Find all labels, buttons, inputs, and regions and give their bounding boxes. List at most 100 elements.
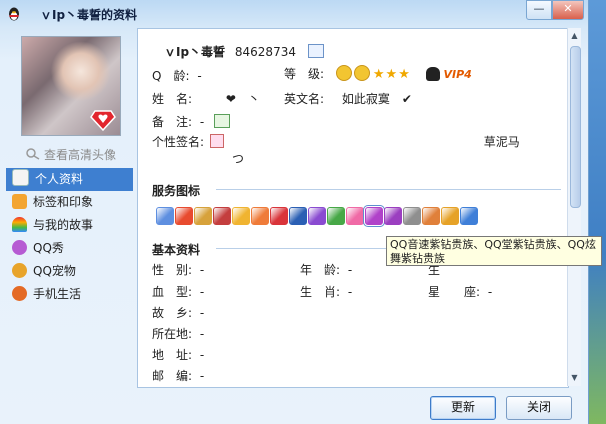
vertical-scrollbar[interactable]: ▲ ▼	[567, 28, 581, 386]
zipcode-row: 邮 编: -	[152, 367, 204, 384]
red-diamond-heart-icon[interactable]	[270, 207, 288, 225]
blood-label: 血 型:	[152, 285, 193, 299]
zipcode-value: -	[199, 369, 205, 383]
location-value: -	[199, 327, 205, 341]
signature-label: 个性签名:	[152, 135, 205, 149]
sidebar: 查看高清头像 个人资料 标签和印象 与我的故事 QQ秀 QQ宠物 手机生活	[0, 28, 137, 390]
note-row: 备 注: -	[152, 113, 231, 130]
age-label: Q 龄:	[152, 69, 190, 83]
sidebar-item-tags[interactable]: 标签和印象	[6, 191, 133, 214]
zodiac-row: 生 肖: -	[300, 283, 352, 300]
view-hd-label: 查看高清头像	[44, 148, 117, 162]
star-sign-row: 星 座: -	[428, 283, 492, 300]
scroll-thumb[interactable]	[570, 46, 581, 208]
business-card-icon[interactable]	[307, 44, 324, 58]
note-label: 备 注:	[152, 115, 193, 129]
scroll-up-arrow-icon[interactable]: ▲	[569, 30, 580, 42]
gender-row: 性 别: -	[152, 261, 204, 278]
vip-penguin-icon	[425, 67, 440, 81]
sidebar-item-label: QQ秀	[33, 241, 64, 255]
star-level-icon: ★	[398, 67, 410, 82]
zipcode-label: 邮 编:	[152, 369, 193, 383]
nickname: ｖIp丶毒誓	[164, 45, 226, 59]
gift-icon[interactable]	[422, 207, 440, 225]
profile-card-icon	[12, 169, 29, 186]
rainbow-icon	[12, 217, 27, 232]
blue-diamond-icon[interactable]	[156, 207, 174, 225]
close-button[interactable]: 关闭	[506, 396, 572, 420]
pink-diamond-icon[interactable]	[346, 207, 364, 225]
purple-diamond-icon[interactable]	[363, 205, 385, 227]
level-label: 等 级:	[284, 67, 325, 81]
age2-label: 年 龄:	[300, 263, 341, 277]
signature-image-icon	[209, 134, 224, 148]
green-diamond-icon[interactable]	[327, 207, 345, 225]
blood-value: -	[199, 285, 205, 299]
name-row: 姓 名: ❤ 丶	[152, 90, 260, 107]
sidebar-item-label: 与我的故事	[33, 218, 94, 232]
title-bar[interactable]: ｖIp丶毒誓的资料 — ✕	[0, 0, 588, 28]
qq-number: 84628734	[234, 45, 296, 59]
sidebar-item-qq-show[interactable]: QQ秀	[6, 237, 133, 260]
age2-value: -	[347, 263, 353, 277]
vip-level-badge[interactable]: VIP4	[444, 68, 472, 81]
name-value: ❤ 丶	[225, 92, 260, 106]
note-value: -	[199, 115, 205, 129]
gender-label: 性 别:	[152, 263, 193, 277]
nba-icon[interactable]	[289, 207, 307, 225]
phone-icon[interactable]	[460, 207, 478, 225]
nickname-row: ｖIp丶毒誓 84628734	[164, 43, 324, 60]
qq-pet-service-icon[interactable]	[194, 207, 212, 225]
english-name-row: 英文名: 如此寂寞 ✔	[284, 90, 412, 107]
name-label: 姓 名:	[152, 92, 193, 106]
scroll-down-arrow-icon[interactable]: ▼	[569, 372, 580, 384]
english-name-value: 如此寂寞 ✔	[341, 92, 412, 106]
address-value: -	[199, 348, 205, 362]
red-heart-badge-icon[interactable]	[175, 207, 193, 225]
sun-level-icon	[335, 65, 352, 81]
close-window-button[interactable]: ✕	[552, 0, 584, 20]
edit-note-icon[interactable]	[214, 114, 231, 128]
sidebar-item-label: 个人资料	[35, 172, 84, 186]
mobile-life-icon	[12, 286, 27, 301]
minimize-button[interactable]: —	[526, 0, 552, 20]
sidebar-item-mobile-life[interactable]: 手机生活	[6, 283, 133, 306]
refresh-button[interactable]: 更新	[430, 396, 496, 420]
yellow-diamond-icon[interactable]	[232, 207, 250, 225]
magnifier-icon	[26, 148, 40, 160]
location-row: 所在地: -	[152, 325, 204, 342]
gender-value: -	[199, 263, 205, 277]
star-sign-value: -	[487, 285, 493, 299]
zodiac-label: 生 肖:	[300, 285, 341, 299]
sidebar-nav: 个人资料 标签和印象 与我的故事 QQ秀 QQ宠物 手机生活	[6, 168, 133, 306]
address-row: 地 址: -	[152, 346, 204, 363]
sidebar-item-profile[interactable]: 个人资料	[6, 168, 133, 191]
sidebar-item-label: 手机生活	[33, 287, 82, 301]
services-title: 服务图标	[152, 184, 201, 198]
view-hd-avatar-link[interactable]: 查看高清头像	[26, 146, 116, 163]
star-level-icon: ★	[385, 67, 398, 82]
signature-row: 个性签名: 草泥马	[152, 133, 520, 150]
avatar[interactable]	[21, 36, 121, 136]
basic-info-title: 基本资料	[152, 243, 201, 257]
qq-show-service-icon[interactable]	[213, 207, 231, 225]
qq-penguin-icon	[9, 7, 19, 21]
gray-diamond-icon[interactable]	[403, 207, 421, 225]
tag-icon	[12, 194, 27, 209]
signature-extra: つ	[232, 152, 245, 166]
sidebar-item-story[interactable]: 与我的故事	[6, 214, 133, 237]
profile-content-panel[interactable]: ｖIp丶毒誓 84628734 Q 龄: - 等 级: ★★★ VIP4 姓 名…	[137, 28, 569, 388]
location-label: 所在地:	[152, 327, 193, 341]
violet-diamond-icon[interactable]	[384, 207, 402, 225]
hometown-value: -	[199, 306, 205, 320]
book-icon[interactable]	[441, 207, 459, 225]
address-label: 地 址:	[152, 348, 193, 362]
services-divider	[216, 189, 561, 190]
orange-diamond-icon[interactable]	[251, 207, 269, 225]
window-title: ｖIp丶毒誓的资料	[40, 8, 138, 22]
level-row: 等 级: ★★★ VIP4	[284, 65, 472, 82]
service-tooltip: QQ音速紫钻贵族、QQ堂紫钻贵族、QQ炫舞紫钻贵族	[386, 236, 602, 266]
purple-heart-diamond-icon[interactable]	[308, 207, 326, 225]
age-value: -	[197, 69, 202, 83]
sidebar-item-qq-pet[interactable]: QQ宠物	[6, 260, 133, 283]
